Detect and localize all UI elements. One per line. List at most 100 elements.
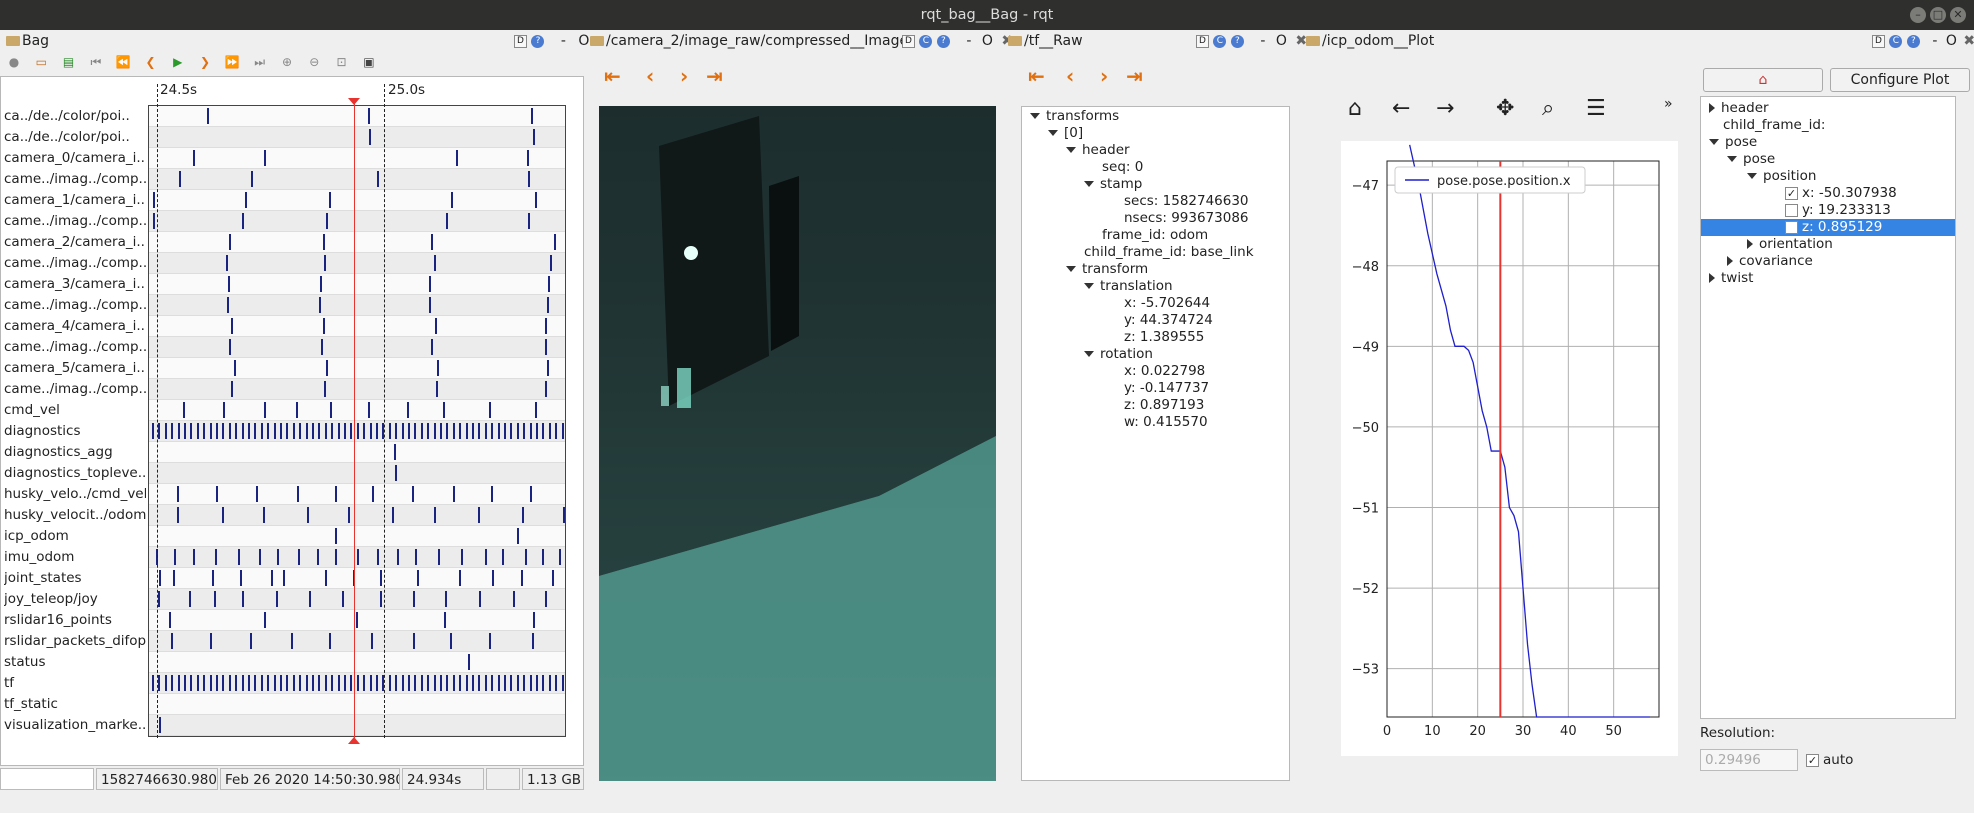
- dock-d-icon[interactable]: D: [902, 34, 915, 48]
- timeline-row[interactable]: [149, 442, 565, 463]
- prev-icon[interactable]: ‹: [1066, 64, 1074, 88]
- checkbox[interactable]: [1785, 203, 1798, 217]
- topic-label[interactable]: rslidar_packets_difop: [4, 631, 146, 652]
- tree-leaf[interactable]: x: 0.022798: [1124, 363, 1205, 380]
- timeline-row[interactable]: [149, 169, 565, 190]
- go-first-icon[interactable]: ⇤: [1028, 64, 1045, 88]
- plot-dock-title[interactable]: /icp_odom__Plot: [1306, 30, 1434, 52]
- tree-leaf[interactable]: seq: 0: [1102, 159, 1143, 176]
- timeline-row[interactable]: [149, 295, 565, 316]
- topic-label[interactable]: tf_static: [4, 694, 146, 715]
- tree-leaf[interactable]: w: 0.415570: [1124, 414, 1208, 431]
- topic-label[interactable]: rslidar16_points: [4, 610, 146, 631]
- timeline-row[interactable]: [149, 694, 565, 715]
- topic-label[interactable]: camera_0/camera_i..: [4, 148, 146, 169]
- close-dock-icon[interactable]: ✖: [1963, 33, 1974, 49]
- timeline-row[interactable]: [149, 253, 565, 274]
- topic-label[interactable]: joint_states: [4, 568, 146, 589]
- timeline-row[interactable]: [149, 589, 565, 610]
- timeline-row[interactable]: [149, 631, 565, 652]
- timeline-row[interactable]: [149, 190, 565, 211]
- topic-label[interactable]: tf: [4, 673, 146, 694]
- topic-label[interactable]: diagnostics_agg: [4, 442, 146, 463]
- timeline-row[interactable]: [149, 274, 565, 295]
- minimize-dock-button[interactable]: -: [561, 33, 566, 49]
- topic-label[interactable]: came../imag../comp..: [4, 169, 146, 190]
- expand-arrow-icon[interactable]: [1066, 266, 1076, 272]
- expand-arrow-icon[interactable]: [1709, 103, 1715, 113]
- home-button[interactable]: ⌂: [1703, 68, 1823, 92]
- topic-label[interactable]: ca../de../color/poi..: [4, 106, 146, 127]
- expand-arrow-icon[interactable]: [1747, 173, 1757, 179]
- timeline-row[interactable]: [149, 610, 565, 631]
- forward-arrow-icon[interactable]: →: [1436, 96, 1454, 121]
- timeline-row[interactable]: [149, 358, 565, 379]
- timeline-row[interactable]: [149, 547, 565, 568]
- tree-leaf[interactable]: frame_id: odom: [1102, 227, 1208, 244]
- prev-icon[interactable]: ‹: [646, 64, 654, 88]
- float-dock-button[interactable]: O: [1946, 33, 1957, 49]
- status-field[interactable]: [0, 768, 94, 790]
- save-bag-icon[interactable]: ▤: [59, 52, 79, 72]
- configure-subplots-icon[interactable]: ☰: [1586, 96, 1606, 121]
- minimize-dock-button[interactable]: -: [966, 33, 971, 49]
- tree-leaf-selected[interactable]: z: 0.895129: [1701, 219, 1955, 236]
- plot-canvas[interactable]: 0 10 20 30 40 50 −47 −48 −49 −50 −51 −52 −53 pose.pos…: [1341, 141, 1678, 756]
- minimize-dock-button[interactable]: -: [1260, 33, 1265, 49]
- timeline-row[interactable]: [149, 400, 565, 421]
- help-icon[interactable]: ?: [1230, 34, 1244, 48]
- expand-arrow-icon[interactable]: [1084, 283, 1094, 289]
- pan-icon[interactable]: ✥: [1496, 96, 1514, 121]
- topic-label[interactable]: status: [4, 652, 146, 673]
- zoom-reset-icon[interactable]: ⊡: [332, 52, 352, 72]
- tree-node[interactable]: rotation: [1084, 346, 1153, 363]
- timeline-row[interactable]: [149, 673, 565, 694]
- dock-d-icon[interactable]: D: [1196, 34, 1209, 48]
- checkbox-checked[interactable]: ✓: [1785, 186, 1798, 200]
- reload-icon[interactable]: C: [1213, 34, 1227, 48]
- image-dock-title[interactable]: /camera_2/image_raw/compressed__Image: [590, 30, 908, 52]
- tree-leaf[interactable]: x: -5.702644: [1124, 295, 1210, 312]
- next-icon[interactable]: ›: [680, 64, 688, 88]
- tree-leaf[interactable]: z: 0.897193: [1124, 397, 1204, 414]
- expand-arrow-icon[interactable]: [1084, 351, 1094, 357]
- timeline-row[interactable]: [149, 127, 565, 148]
- tree-leaf[interactable]: secs: 1582746630: [1124, 193, 1249, 210]
- tree-leaf[interactable]: ✓ x: -50.307938: [1785, 185, 1897, 202]
- zoom-icon[interactable]: ⌕: [1542, 96, 1554, 121]
- expand-arrow-icon[interactable]: [1727, 256, 1733, 266]
- topic-label[interactable]: ca../de../color/poi..: [4, 127, 146, 148]
- go-last-icon[interactable]: ⇥: [706, 64, 723, 88]
- close-icon[interactable]: ✕: [1950, 7, 1966, 23]
- bag-dock-title[interactable]: Bag: [6, 30, 49, 52]
- playhead-bottom-marker[interactable]: [348, 737, 360, 744]
- topic-label[interactable]: camera_2/camera_i..: [4, 232, 146, 253]
- timeline-row[interactable]: [149, 421, 565, 442]
- help-icon[interactable]: ?: [1906, 34, 1920, 48]
- help-icon[interactable]: ?: [936, 34, 950, 48]
- rewind-icon[interactable]: ⏪: [113, 52, 133, 72]
- timeline-row[interactable]: [149, 148, 565, 169]
- expand-arrow-icon[interactable]: [1709, 273, 1715, 283]
- go-to-beginning-icon[interactable]: ⏮: [86, 52, 106, 72]
- more-icon[interactable]: »: [1664, 96, 1673, 112]
- record-icon[interactable]: ●: [4, 52, 24, 72]
- topic-label[interactable]: came../imag../comp..: [4, 337, 146, 358]
- timeline-row[interactable]: [149, 484, 565, 505]
- help-icon[interactable]: ?: [531, 34, 545, 48]
- go-first-icon[interactable]: ⇤: [604, 64, 621, 88]
- configure-plot-button[interactable]: Configure Plot: [1830, 68, 1970, 92]
- expand-arrow-icon[interactable]: [1030, 113, 1040, 119]
- tree-leaf[interactable]: nsecs: 993673086: [1124, 210, 1249, 227]
- float-dock-button[interactable]: O: [578, 33, 589, 49]
- timeline-row[interactable]: [149, 715, 565, 736]
- tree-leaf[interactable]: y: 19.233313: [1785, 202, 1891, 219]
- play-icon[interactable]: ▶: [168, 52, 188, 72]
- topic-label[interactable]: camera_5/camera_i..: [4, 358, 146, 379]
- topic-label[interactable]: husky_velo../cmd_vel: [4, 484, 146, 505]
- tree-node[interactable]: stamp: [1084, 176, 1142, 193]
- dock-d-icon[interactable]: D: [514, 34, 527, 48]
- minimize-icon[interactable]: –: [1910, 7, 1926, 23]
- expand-arrow-icon[interactable]: [1084, 181, 1094, 187]
- back-arrow-icon[interactable]: ←: [1392, 96, 1410, 121]
